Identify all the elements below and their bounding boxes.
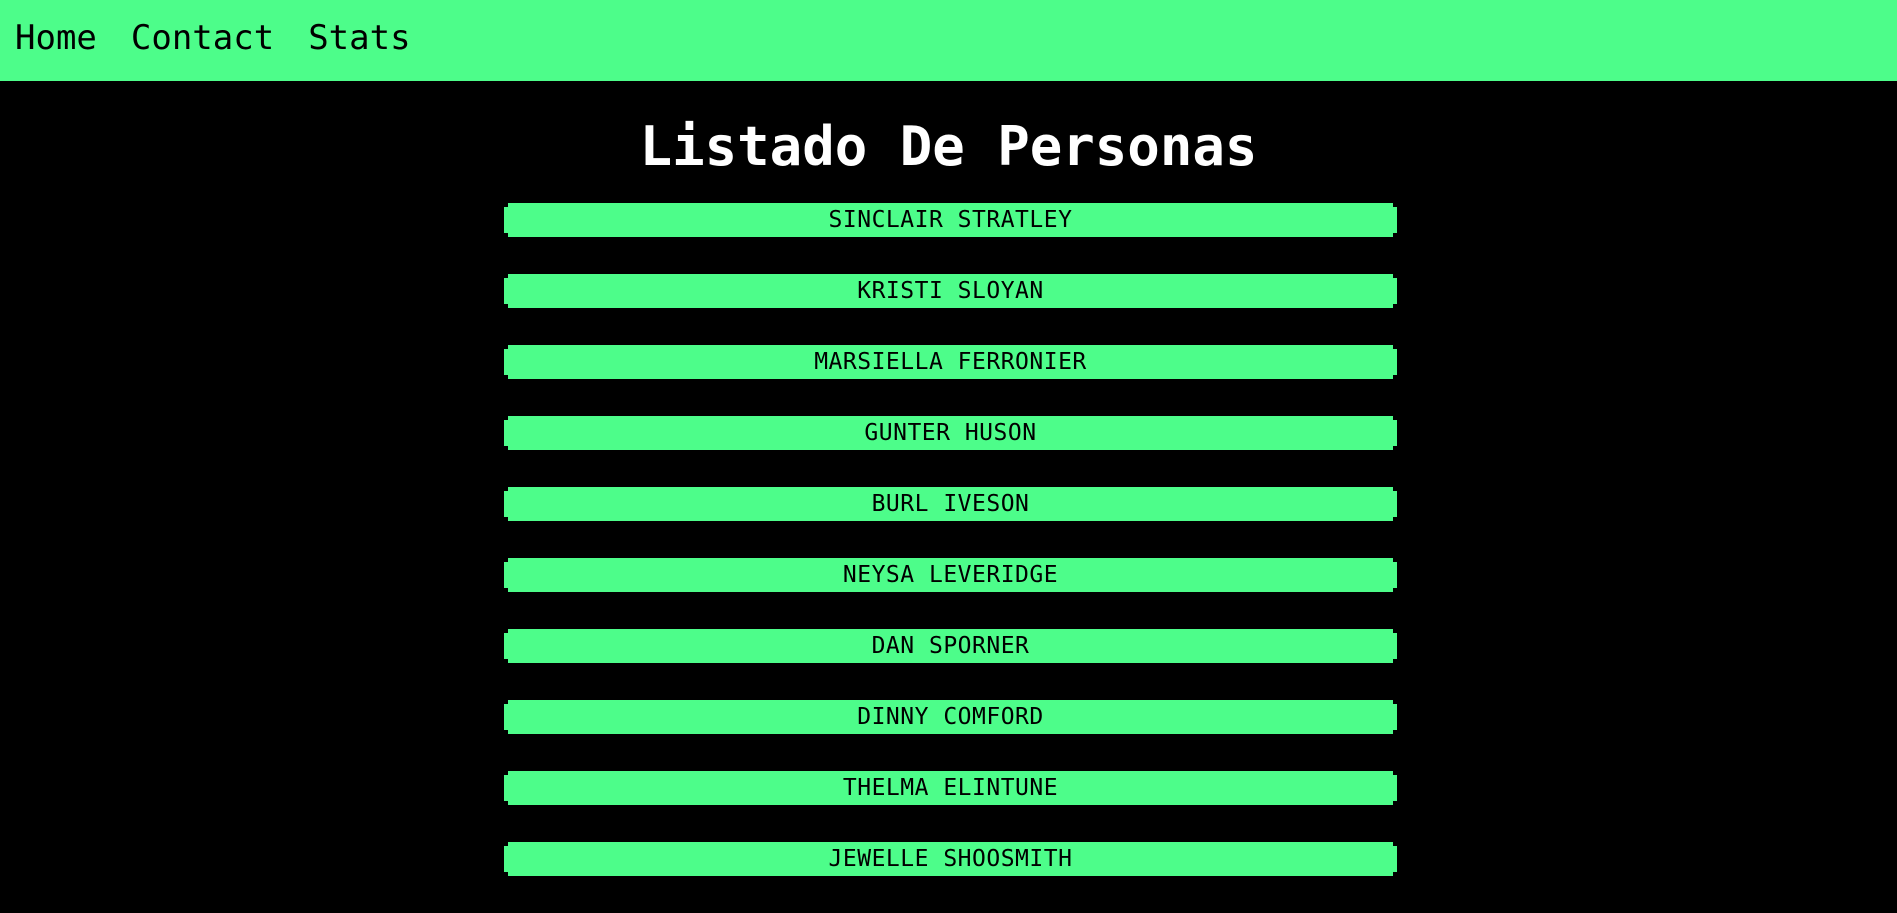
person-item[interactable]: THELMA ELINTUNE	[504, 771, 1397, 805]
person-name: BURL IVESON	[871, 490, 1030, 517]
nav-link-stats[interactable]: Stats	[308, 21, 410, 55]
person-name: NEYSA LEVERIDGE	[842, 561, 1059, 588]
person-item[interactable]: BURL IVESON	[504, 487, 1397, 521]
person-item[interactable]: MARSIELLA FERRONIER	[504, 345, 1397, 379]
person-item[interactable]: KRISTI SLOYAN	[504, 274, 1397, 308]
person-item[interactable]: JEWELLE SHOOSMITH	[504, 842, 1397, 876]
person-name: DAN SPORNER	[871, 632, 1030, 659]
nav-link-contact[interactable]: Contact	[131, 21, 274, 55]
person-name: MARSIELLA FERRONIER	[814, 348, 1087, 375]
person-name: THELMA ELINTUNE	[842, 774, 1059, 801]
person-item[interactable]: SINCLAIR STRATLEY	[504, 203, 1397, 237]
nav-link-home[interactable]: Home	[15, 21, 97, 55]
people-list: SINCLAIR STRATLEY KRISTI SLOYAN MARSIELL…	[504, 203, 1397, 913]
person-item[interactable]: DAN SPORNER	[504, 629, 1397, 663]
person-name: SINCLAIR STRATLEY	[828, 206, 1073, 233]
page-title: Listado De Personas	[639, 115, 1258, 178]
person-item[interactable]: NEYSA LEVERIDGE	[504, 558, 1397, 592]
person-item[interactable]: GUNTER HUSON	[504, 416, 1397, 450]
top-navbar: Home Contact Stats	[0, 0, 1897, 81]
person-name: JEWELLE SHOOSMITH	[828, 845, 1073, 872]
person-item[interactable]: DINNY COMFORD	[504, 700, 1397, 734]
person-name: GUNTER HUSON	[864, 419, 1037, 446]
person-name: DINNY COMFORD	[857, 703, 1044, 730]
person-name: KRISTI SLOYAN	[857, 277, 1044, 304]
